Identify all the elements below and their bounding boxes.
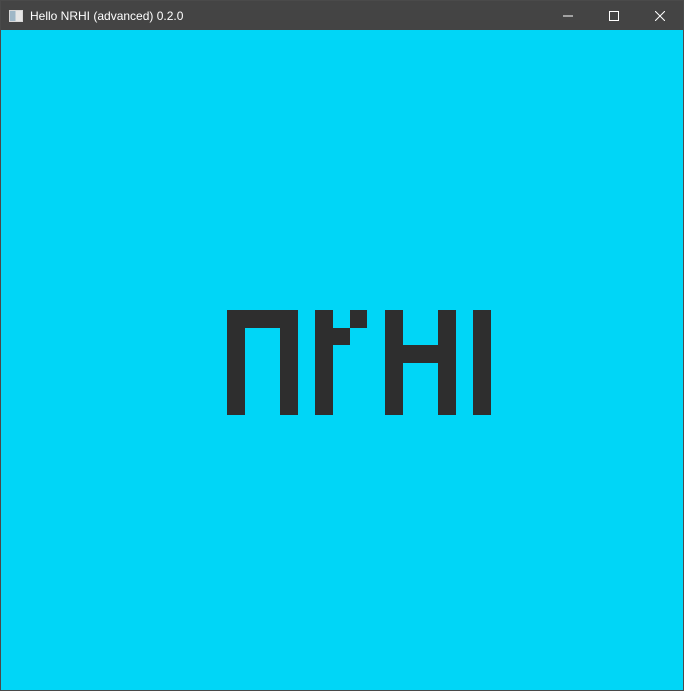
logo-letter-r-top — [350, 310, 367, 328]
window-title: Hello NRHI (advanced) 0.2.0 — [30, 8, 184, 23]
logo-letter-i-stem — [473, 310, 491, 415]
app-window-icon — [9, 9, 23, 22]
app-window: Hello NRHI (advanced) 0.2.0 — [0, 0, 684, 691]
window-controls — [545, 1, 683, 30]
minimize-button[interactable] — [545, 1, 591, 30]
nrhi-pixel-logo — [227, 310, 491, 415]
logo-letter-h-right-stem — [438, 310, 456, 415]
maximize-icon — [609, 10, 619, 21]
minimize-icon — [563, 15, 573, 16]
close-button[interactable] — [637, 1, 683, 30]
logo-letter-r-step — [333, 328, 350, 345]
logo-letter-r-stem — [315, 310, 333, 415]
maximize-button[interactable] — [591, 1, 637, 30]
close-icon — [655, 10, 665, 21]
render-viewport — [1, 30, 683, 690]
logo-letter-n-right-stem — [280, 310, 298, 415]
title-bar[interactable]: Hello NRHI (advanced) 0.2.0 — [1, 1, 683, 30]
